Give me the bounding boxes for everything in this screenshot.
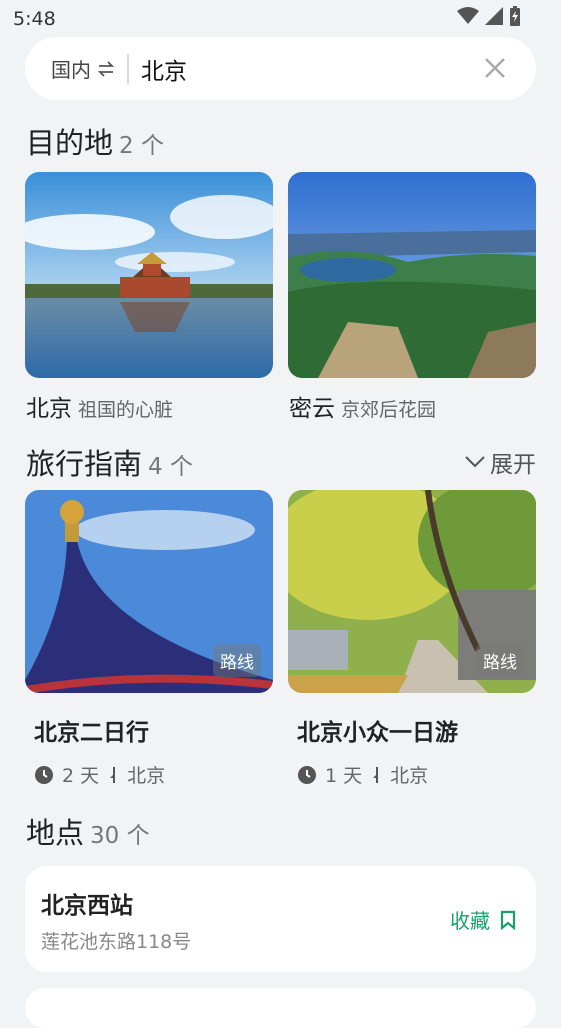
search-input[interactable]: 北京 — [141, 52, 187, 86]
destination-name: 北京 — [26, 396, 72, 422]
bookmark-icon — [500, 910, 516, 930]
places-title: 地点 — [26, 816, 85, 850]
guide-title[interactable]: 北京二日行 — [34, 713, 149, 747]
destinations-heading: 目的地 2 个 — [26, 120, 164, 162]
destination-name: 密云 — [289, 396, 335, 422]
search-divider — [127, 53, 129, 84]
places-heading: 地点 30 个 — [26, 810, 150, 852]
destination-caption-miyun: 密云 京郊后花园 — [289, 389, 436, 423]
guides-count: 4 个 — [148, 454, 193, 480]
forbidden-city-image — [25, 172, 273, 378]
route-badge: 路线 — [476, 644, 524, 677]
guide-card-2[interactable]: 路线 — [288, 490, 536, 693]
guide-meta-1: 2 天 北京 — [34, 761, 165, 788]
chevron-down-icon — [465, 456, 485, 468]
location-flag-icon — [110, 766, 116, 783]
expand-button[interactable]: 展开 — [464, 445, 536, 479]
close-icon[interactable] — [482, 55, 508, 81]
location-flag-icon — [373, 766, 379, 783]
guide-location: 北京 — [390, 765, 429, 787]
destination-subtitle: 祖国的心脏 — [78, 399, 174, 421]
favorite-button[interactable]: 收藏 — [450, 905, 516, 934]
destination-caption-beijing: 北京 祖国的心脏 — [26, 389, 173, 423]
guide-card-1[interactable]: 路线 — [25, 490, 273, 693]
expand-label: 展开 — [490, 452, 536, 478]
destination-card-miyun[interactable] — [288, 172, 536, 378]
destinations-count: 2 个 — [119, 133, 164, 159]
clock-icon — [298, 765, 316, 784]
place-name: 北京西站 — [41, 893, 133, 919]
guide-days: 1 天 — [325, 765, 363, 787]
place-address: 莲花池东路118号 — [41, 931, 192, 953]
scope-label: 国内 — [51, 58, 91, 82]
battery-icon — [510, 6, 520, 26]
status-time: 5:48 — [13, 8, 56, 30]
clock-icon — [35, 765, 53, 784]
guides-title: 旅行指南 — [26, 447, 143, 481]
status-icons — [457, 6, 521, 26]
place-card-next[interactable] — [25, 988, 536, 1028]
guide-days: 2 天 — [62, 765, 100, 787]
place-card[interactable]: 北京西站 莲花池东路118号 收藏 — [25, 866, 536, 972]
miyun-landscape-image — [288, 172, 536, 378]
guide-title[interactable]: 北京小众一日游 — [297, 713, 458, 747]
guide-location: 北京 — [127, 765, 166, 787]
scope-toggle[interactable]: 国内 — [51, 54, 115, 83]
signal-icon — [485, 7, 503, 25]
wifi-icon — [457, 7, 479, 24]
route-badge: 路线 — [213, 644, 261, 677]
search-bar[interactable]: 国内 北京 — [25, 37, 536, 100]
destinations-title: 目的地 — [26, 126, 114, 160]
swap-icon — [97, 60, 115, 77]
destination-subtitle: 京郊后花园 — [341, 399, 437, 421]
places-count: 30 个 — [90, 823, 150, 849]
destination-card-beijing[interactable] — [25, 172, 273, 378]
status-bar: 5:48 — [0, 0, 561, 38]
favorite-label: 收藏 — [450, 909, 490, 933]
guides-heading: 旅行指南 4 个 — [26, 441, 193, 483]
guide-meta-2: 1 天 北京 — [297, 761, 428, 788]
